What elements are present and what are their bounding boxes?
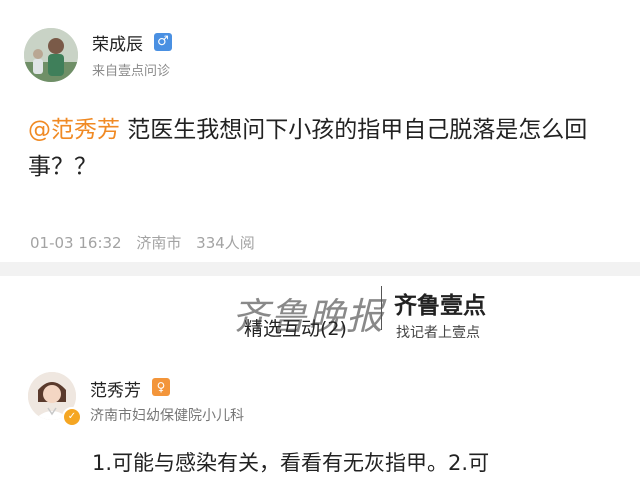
watermark-slogan: 找记者上壹点	[396, 325, 480, 341]
avatar[interactable]	[24, 28, 78, 82]
post-location: 济南市	[136, 234, 182, 252]
section-divider	[0, 262, 640, 276]
avatar-photo-icon	[24, 28, 78, 82]
screen: 荣成辰 ♂ 来自壹点问诊 @范秀芳 范医生我想问下小孩的指甲自己脱落是怎么回事？…	[0, 0, 640, 477]
question-text: @范秀芳 范医生我想问下小孩的指甲自己脱落是怎么回事？？	[28, 112, 618, 186]
watermark-divider	[381, 286, 382, 330]
watermark-brand: 齐鲁壹点	[394, 293, 486, 319]
doctor-name[interactable]: 范秀芳	[90, 376, 141, 401]
question-post: 荣成辰 ♂ 来自壹点问诊 @范秀芳 范医生我想问下小孩的指甲自己脱落是怎么回事？…	[0, 0, 640, 262]
verified-icon: ✓	[62, 407, 82, 427]
watermark-logo-text: 齐鲁晚报	[232, 295, 384, 338]
view-count: 334人阅	[196, 234, 255, 252]
female-icon: ♀	[152, 378, 170, 396]
post-date: 01-03 16:32	[30, 234, 122, 252]
user-name[interactable]: 荣成辰	[92, 30, 143, 55]
answer-text: 1.可能与感染有关，看看有无灰指甲。2.可	[92, 451, 490, 475]
post-source: 来自壹点问诊	[92, 64, 171, 79]
watermark-logo: 齐鲁晚报	[232, 286, 384, 338]
post-meta: 01-03 16:32 济南市 334人阅	[30, 232, 265, 253]
male-icon: ♂	[154, 33, 172, 51]
mention-link[interactable]: @范秀芳	[28, 117, 120, 143]
doctor-hospital: 济南市妇幼保健院小儿科	[90, 408, 244, 424]
